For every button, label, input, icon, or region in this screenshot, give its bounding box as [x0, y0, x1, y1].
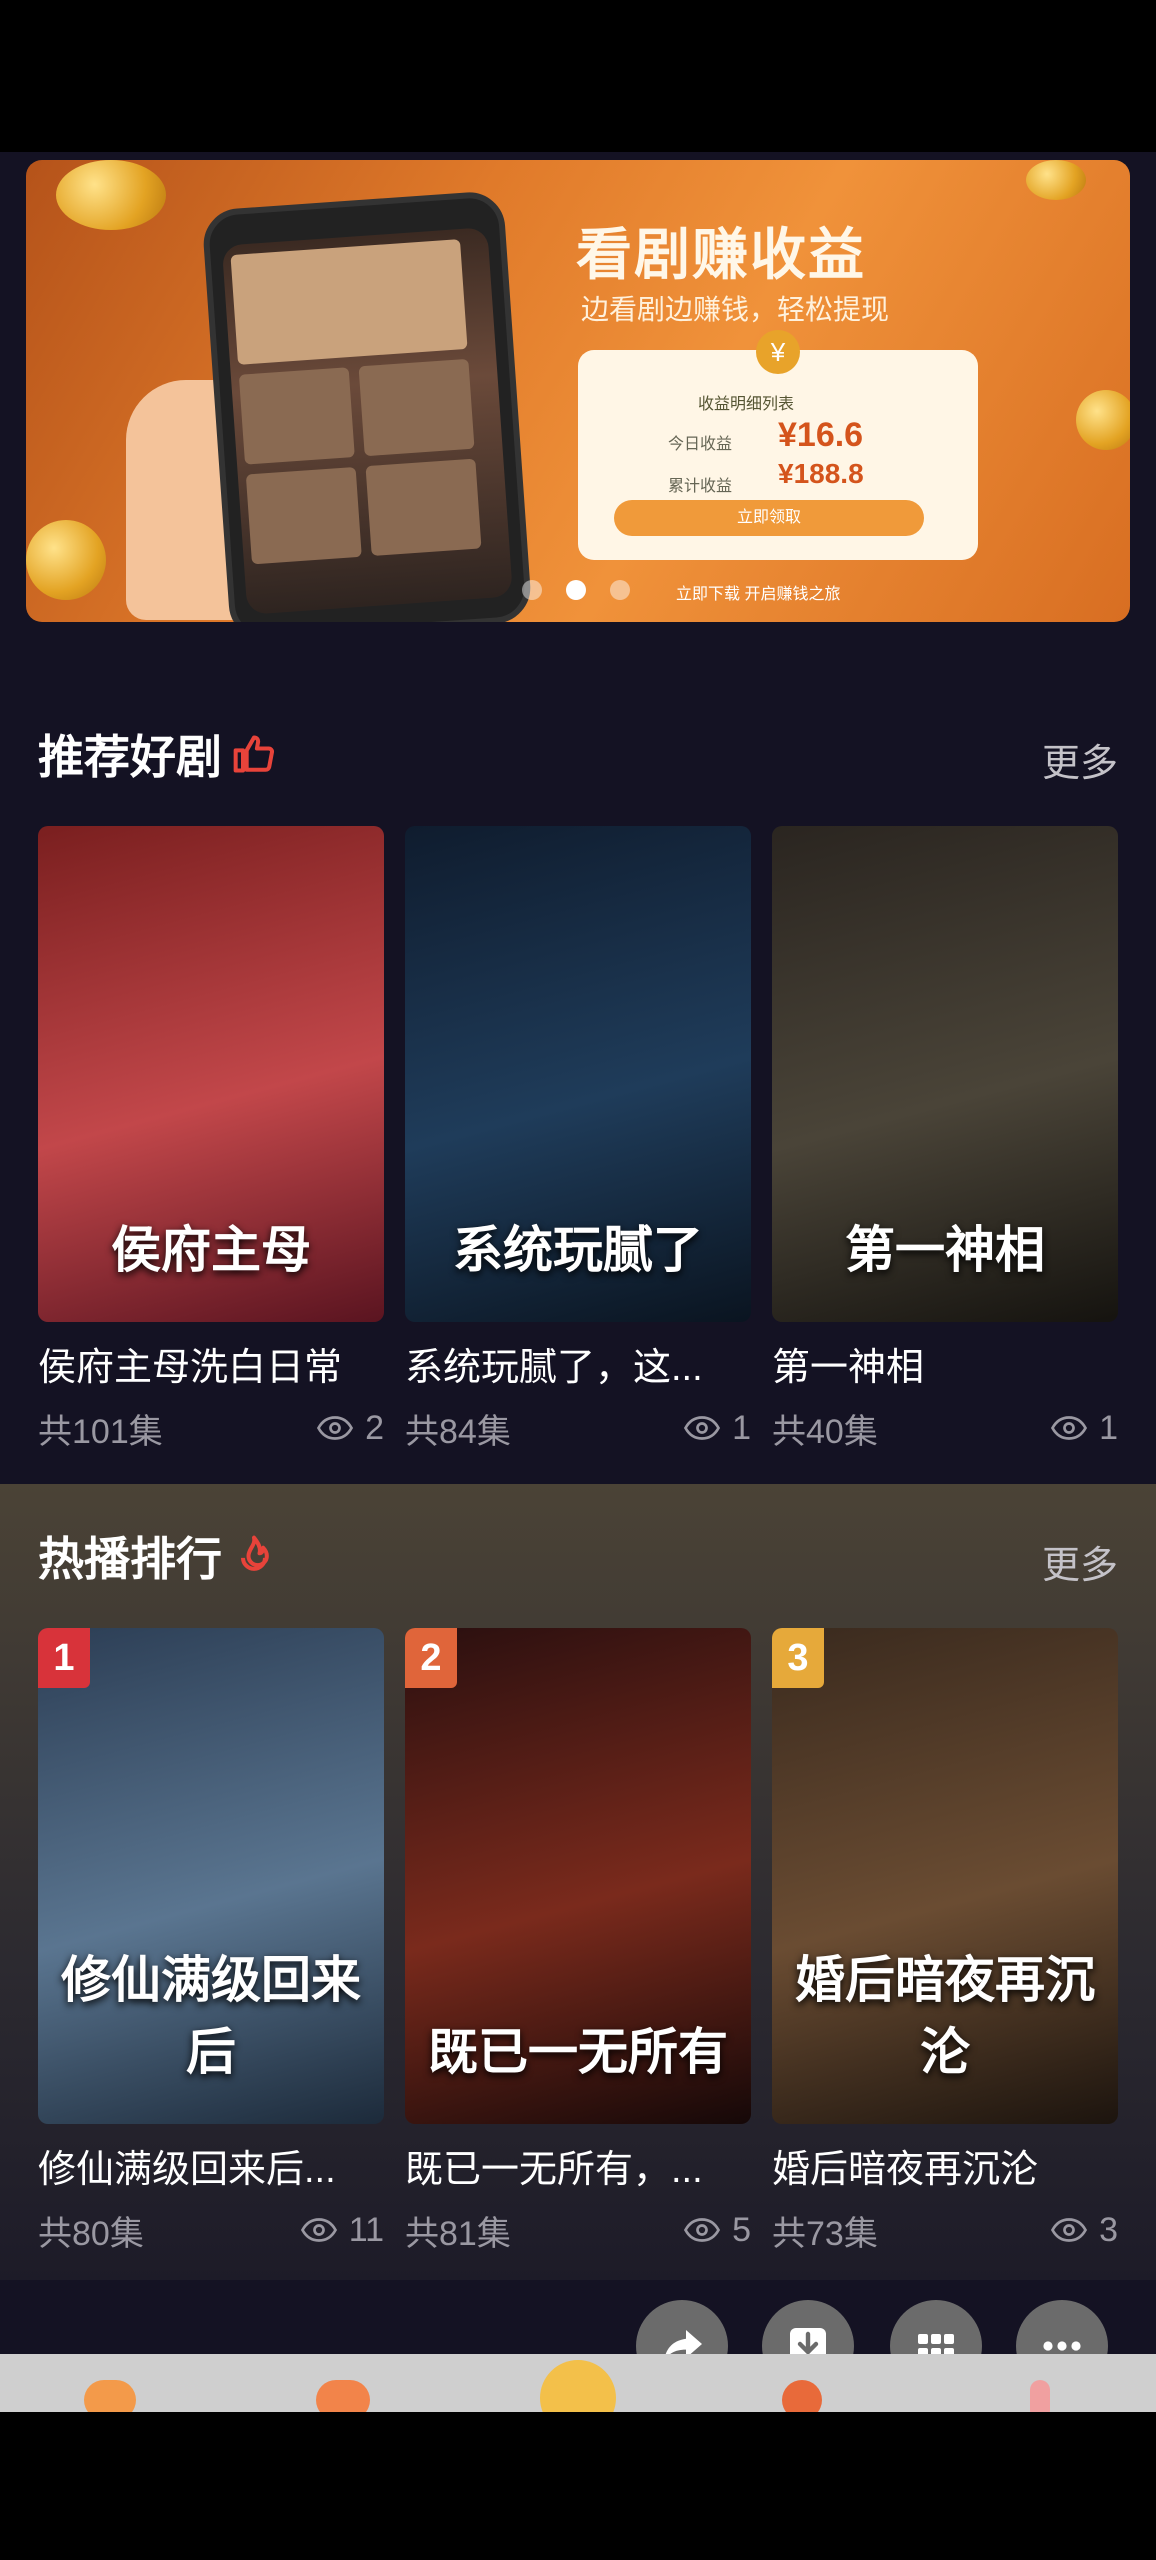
episode-count: 共81集 — [405, 2214, 511, 2253]
drama-card[interactable]: 侯府主母侯府主母洗白日常共101集 2 — [38, 826, 384, 1451]
eye-icon — [1051, 1416, 1088, 1440]
nav-coin-icon[interactable] — [540, 2360, 616, 2412]
yen-coin-icon: ¥ — [756, 330, 800, 374]
view-count: 5 — [684, 2211, 751, 2250]
view-count-value: 5 — [732, 2210, 751, 2249]
section-title: 热播排行 — [38, 1533, 222, 1585]
section-header: 热播排行 — [38, 1526, 276, 1586]
more-link[interactable]: 更多 — [1042, 1534, 1118, 1589]
nav-icon[interactable] — [84, 2380, 136, 2412]
nav-icon[interactable] — [316, 2380, 370, 2412]
view-count: 11 — [300, 2210, 384, 2250]
poster-title: 婚后暗夜再沉沦 — [795, 1950, 1095, 2081]
promo-banner[interactable]: 看剧赚收益 边看剧边赚钱，轻松提现 ¥ 收益明细列表 今日收益 ¥16.6 累计… — [26, 160, 1130, 622]
drama-card[interactable]: 系统玩腻了系统玩腻了，这... 共84集 1 — [405, 826, 751, 1451]
drama-meta: 共84集 1 — [405, 1405, 751, 1451]
banner-title: 看剧赚收益 — [576, 223, 866, 286]
drama-poster[interactable]: 第一神相 — [772, 826, 1118, 1322]
total-earnings-value: ¥188.8 — [778, 458, 864, 489]
eye-icon — [1051, 2218, 1088, 2242]
total-earnings-label: 累计收益 — [668, 478, 733, 495]
recommend-section: 推荐好剧 更多 侯府主母侯府主母洗白日常共101集 2 系统玩腻了系统玩腻了，这..… — [0, 682, 1156, 1484]
phone-illustration — [201, 189, 533, 622]
more-link[interactable]: 更多 — [1042, 732, 1118, 787]
drama-title[interactable]: 系统玩腻了，这... — [405, 1336, 751, 1391]
flame-icon — [240, 1535, 269, 1571]
rank-badge: 3 — [772, 1628, 824, 1688]
carousel-indicator — [522, 580, 654, 605]
drama-poster[interactable]: 侯府主母 — [38, 826, 384, 1322]
drama-card[interactable]: 婚后暗夜再沉沦 3 婚后暗夜再沉沦共73集 3 — [772, 1628, 1118, 2253]
episode-count: 共40集 — [772, 1412, 878, 1451]
drama-poster[interactable]: 既已一无所有 2 — [405, 1628, 751, 2124]
episode-count: 共84集 — [405, 1412, 511, 1451]
drama-card[interactable]: 第一神相 第一神相 共40集 1 — [772, 826, 1118, 1451]
earnings-card-title: 收益明细列表 — [698, 396, 795, 413]
drama-title[interactable]: 侯府主母洗白日常 — [38, 1336, 384, 1391]
eye-icon — [684, 1416, 721, 1440]
carousel-dot[interactable] — [522, 580, 542, 600]
drama-meta: 共101集 2 — [38, 1405, 384, 1451]
view-count: 1 — [1051, 1409, 1118, 1448]
carousel-dot[interactable] — [610, 580, 630, 600]
view-count: 2 — [317, 1409, 384, 1448]
banner-subtitle: 边看剧边赚钱，轻松提现 — [581, 294, 890, 325]
poster-title: 侯府主母 — [111, 1220, 311, 1279]
drama-meta: 共73集 3 — [772, 2207, 1118, 2253]
drama-title[interactable]: 既已一无所有，... — [405, 2138, 751, 2193]
view-count-value: 11 — [348, 2210, 384, 2249]
eye-icon — [684, 2218, 721, 2242]
drama-meta: 共40集 1 — [772, 1405, 1118, 1451]
drama-poster[interactable]: 婚后暗夜再沉沦 3 — [772, 1628, 1118, 2124]
today-earnings-value: ¥16.6 — [778, 416, 864, 454]
drama-poster[interactable]: 系统玩腻了 — [405, 826, 751, 1322]
episode-count: 共80集 — [38, 2214, 144, 2253]
coin-decoration — [56, 160, 166, 230]
coin-decoration — [1076, 390, 1130, 450]
view-count-value: 1 — [732, 1408, 751, 1447]
poster-title: 既已一无所有 — [428, 2022, 728, 2081]
view-count-value: 1 — [1099, 1408, 1118, 1447]
section-header: 推荐好剧 — [38, 724, 276, 784]
rank-badge: 2 — [405, 1628, 457, 1688]
earnings-card: ¥ 收益明细列表 今日收益 ¥16.6 累计收益 ¥188.8 立即领取 — [578, 330, 978, 560]
nav-icon[interactable] — [1030, 2380, 1050, 2412]
poster-title: 第一神相 — [845, 1220, 1045, 1279]
today-earnings-label: 今日收益 — [668, 436, 733, 453]
coin-decoration — [1026, 160, 1086, 200]
eye-icon — [317, 1416, 354, 1440]
view-count: 3 — [1051, 2211, 1118, 2250]
claim-button: 立即领取 — [614, 500, 924, 536]
drama-title[interactable]: 修仙满级回来后... — [38, 2138, 384, 2193]
episode-count: 共101集 — [38, 1412, 163, 1451]
drama-card[interactable]: 修仙满级回来后 1 修仙满级回来后... 共80集 11 — [38, 1628, 384, 2253]
poster-title: 修仙满级回来后 — [61, 1950, 361, 2081]
drama-meta: 共81集 5 — [405, 2207, 751, 2253]
nav-icon[interactable] — [782, 2380, 822, 2412]
drama-meta: 共80集 11 — [38, 2207, 384, 2253]
drama-card[interactable]: 既已一无所有 2 既已一无所有，... 共81集 5 — [405, 1628, 751, 2253]
thumbs-up-icon — [233, 735, 275, 773]
view-count: 1 — [684, 1409, 751, 1448]
drama-poster[interactable]: 修仙满级回来后 1 — [38, 1628, 384, 2124]
poster-title: 系统玩腻了 — [453, 1220, 703, 1279]
coin-decoration — [26, 520, 106, 600]
view-count-value: 3 — [1099, 2210, 1118, 2249]
view-count-value: 2 — [365, 1408, 384, 1447]
bottom-nav-bar — [0, 2354, 1156, 2412]
banner-footer-text: 立即下载 开启赚钱之旅 — [676, 586, 841, 603]
drama-title[interactable]: 第一神相 — [772, 1336, 1118, 1391]
carousel-dot-active[interactable] — [566, 580, 586, 600]
drama-title[interactable]: 婚后暗夜再沉沦 — [772, 2138, 1118, 2193]
section-title: 推荐好剧 — [38, 731, 222, 783]
app-screen: 看剧赚收益 边看剧边赚钱，轻松提现 ¥ 收益明细列表 今日收益 ¥16.6 累计… — [0, 152, 1156, 2412]
eye-icon — [300, 2218, 337, 2242]
episode-count: 共73集 — [772, 2214, 878, 2253]
rank-badge: 1 — [38, 1628, 90, 1688]
hot-ranking-section: 热播排行 更多 修仙满级回来后 1 修仙满级回来后... 共80集 11 既已一无所有 2 既… — [0, 1484, 1156, 2280]
